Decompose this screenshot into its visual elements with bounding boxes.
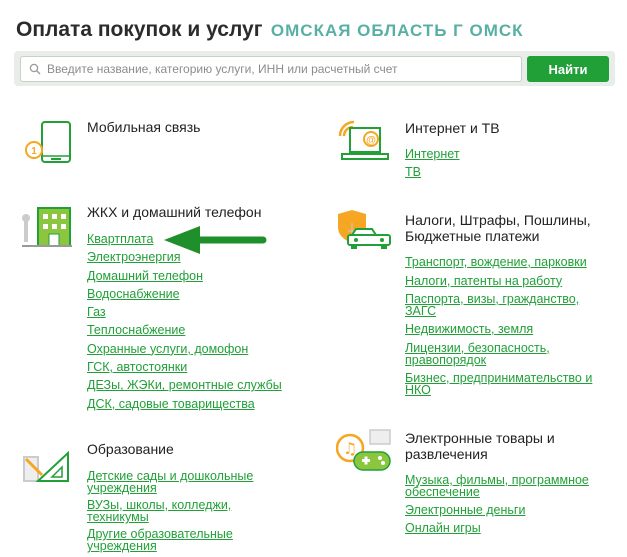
link-kindergartens[interactable]: Детские сады и дошкольные учреждения: [87, 470, 253, 499]
category-title-housing[interactable]: ЖКХ и домашний телефон: [87, 204, 261, 220]
car-shield-icon: [338, 210, 391, 249]
link-other-education-line-2: учреждения: [87, 539, 157, 553]
link-home-phone[interactable]: Домашний телефон: [87, 269, 282, 288]
category-title-taxes[interactable]: Налоги, Штрафы, Пошлины, Бюджетные плате…: [405, 212, 591, 244]
search-button[interactable]: Найти: [527, 56, 609, 82]
link-electronic-money[interactable]: Электронные деньги: [405, 504, 589, 522]
link-universities-schools-line-2: техникумы: [87, 510, 149, 524]
link-universities-schools[interactable]: ВУЗы, школы, колледжи, техникумы: [87, 499, 253, 528]
link-water-supply[interactable]: Водоснабжение: [87, 288, 282, 306]
page-title: Оплата покупок и услуг: [16, 18, 263, 41]
link-real-estate-land[interactable]: Недвижимость, земля: [405, 323, 592, 342]
taxes-links: Транспорт, вождение, парковки Налоги, па…: [405, 256, 592, 396]
page-header: Оплата покупок и услуг ОМСКАЯ ОБЛАСТЬ Г …: [16, 18, 524, 42]
svg-text:1: 1: [31, 146, 37, 157]
arrow-icon: [164, 226, 267, 254]
link-passports-visas[interactable]: Паспорта, визы, гражданство, ЗАГС: [405, 293, 592, 323]
svg-text:@: @: [366, 135, 376, 146]
link-dez-zhek[interactable]: ДЕЗы, ЖЭКи, ремонтные службы: [87, 379, 282, 397]
category-title-mobile[interactable]: Мобильная связь: [87, 119, 200, 135]
link-online-games[interactable]: Онлайн игры: [405, 522, 589, 535]
link-gas[interactable]: Газ: [87, 306, 282, 324]
link-other-education[interactable]: Другие образовательные учреждения: [87, 528, 253, 553]
link-business-nko[interactable]: Бизнес, предпринимательство и НКО: [405, 370, 593, 397]
svg-text:♫: ♫: [343, 439, 357, 458]
search-icon: [29, 63, 41, 75]
link-security-intercom[interactable]: Охранные услуги, домофон: [87, 342, 282, 361]
link-music-films-software-line-2: обеспечение: [405, 485, 480, 499]
link-internet[interactable]: Интернет: [405, 148, 460, 166]
category-title-taxes-line-1: Налоги, Штрафы, Пошлины,: [405, 212, 591, 228]
link-heating[interactable]: Теплоснабжение: [87, 324, 282, 342]
link-kindergartens-line-2: учреждения: [87, 481, 157, 495]
search-bar: Найти: [14, 51, 615, 86]
link-tv[interactable]: ТВ: [405, 166, 460, 179]
link-licenses-security[interactable]: Лицензии, безопасность, правопорядок: [405, 340, 592, 372]
category-title-internet[interactable]: Интернет и ТВ: [405, 120, 500, 136]
internet-links: Интернет ТВ: [405, 148, 460, 179]
link-passports-visas-line-2: ЗАГС: [405, 304, 437, 318]
category-title-taxes-line-2: Бюджетные платежи: [405, 228, 540, 244]
category-title-electronic-line-2: развлечения: [405, 446, 488, 462]
link-licenses-security-line-2: правопорядок: [405, 352, 487, 367]
category-title-education[interactable]: Образование: [87, 441, 174, 457]
search-input[interactable]: [47, 60, 517, 78]
link-transport-driving[interactable]: Транспорт, вождение, парковки: [405, 256, 592, 275]
link-dsk-garden[interactable]: ДСК, садовые товарищества: [87, 397, 282, 410]
smartphone-icon: 1: [25, 121, 71, 163]
link-garages-parking[interactable]: ГСК, автостоянки: [87, 361, 282, 379]
education-tools-icon: [23, 450, 69, 482]
category-title-electronic-line-1: Электронные товары и: [405, 430, 555, 446]
region-selector[interactable]: ОМСКАЯ ОБЛАСТЬ Г ОМСК: [271, 21, 524, 40]
link-music-films-software[interactable]: Музыка, фильмы, программное обеспечение: [405, 474, 589, 504]
link-business-nko-line-1: Бизнес, предпринимательство и: [405, 370, 593, 385]
category-title-electronic[interactable]: Электронные товары и развлечения: [405, 430, 555, 462]
link-licenses-security-line-1: Лицензии, безопасность,: [405, 340, 550, 355]
gamepad-music-icon: ♫: [336, 429, 391, 471]
link-taxes-patents[interactable]: Налоги, патенты на работу: [405, 274, 592, 294]
link-business-nko-line-2: НКО: [405, 382, 431, 397]
building-icon: [22, 207, 72, 247]
laptop-email-icon: @: [338, 120, 389, 160]
electronic-links: Музыка, фильмы, программное обеспечение …: [405, 474, 589, 535]
education-links: Детские сады и дошкольные учреждения ВУЗ…: [87, 470, 253, 553]
housing-links: Квартплата Электроэнергия Домашний телеф…: [87, 233, 282, 410]
search-field[interactable]: [20, 56, 522, 82]
